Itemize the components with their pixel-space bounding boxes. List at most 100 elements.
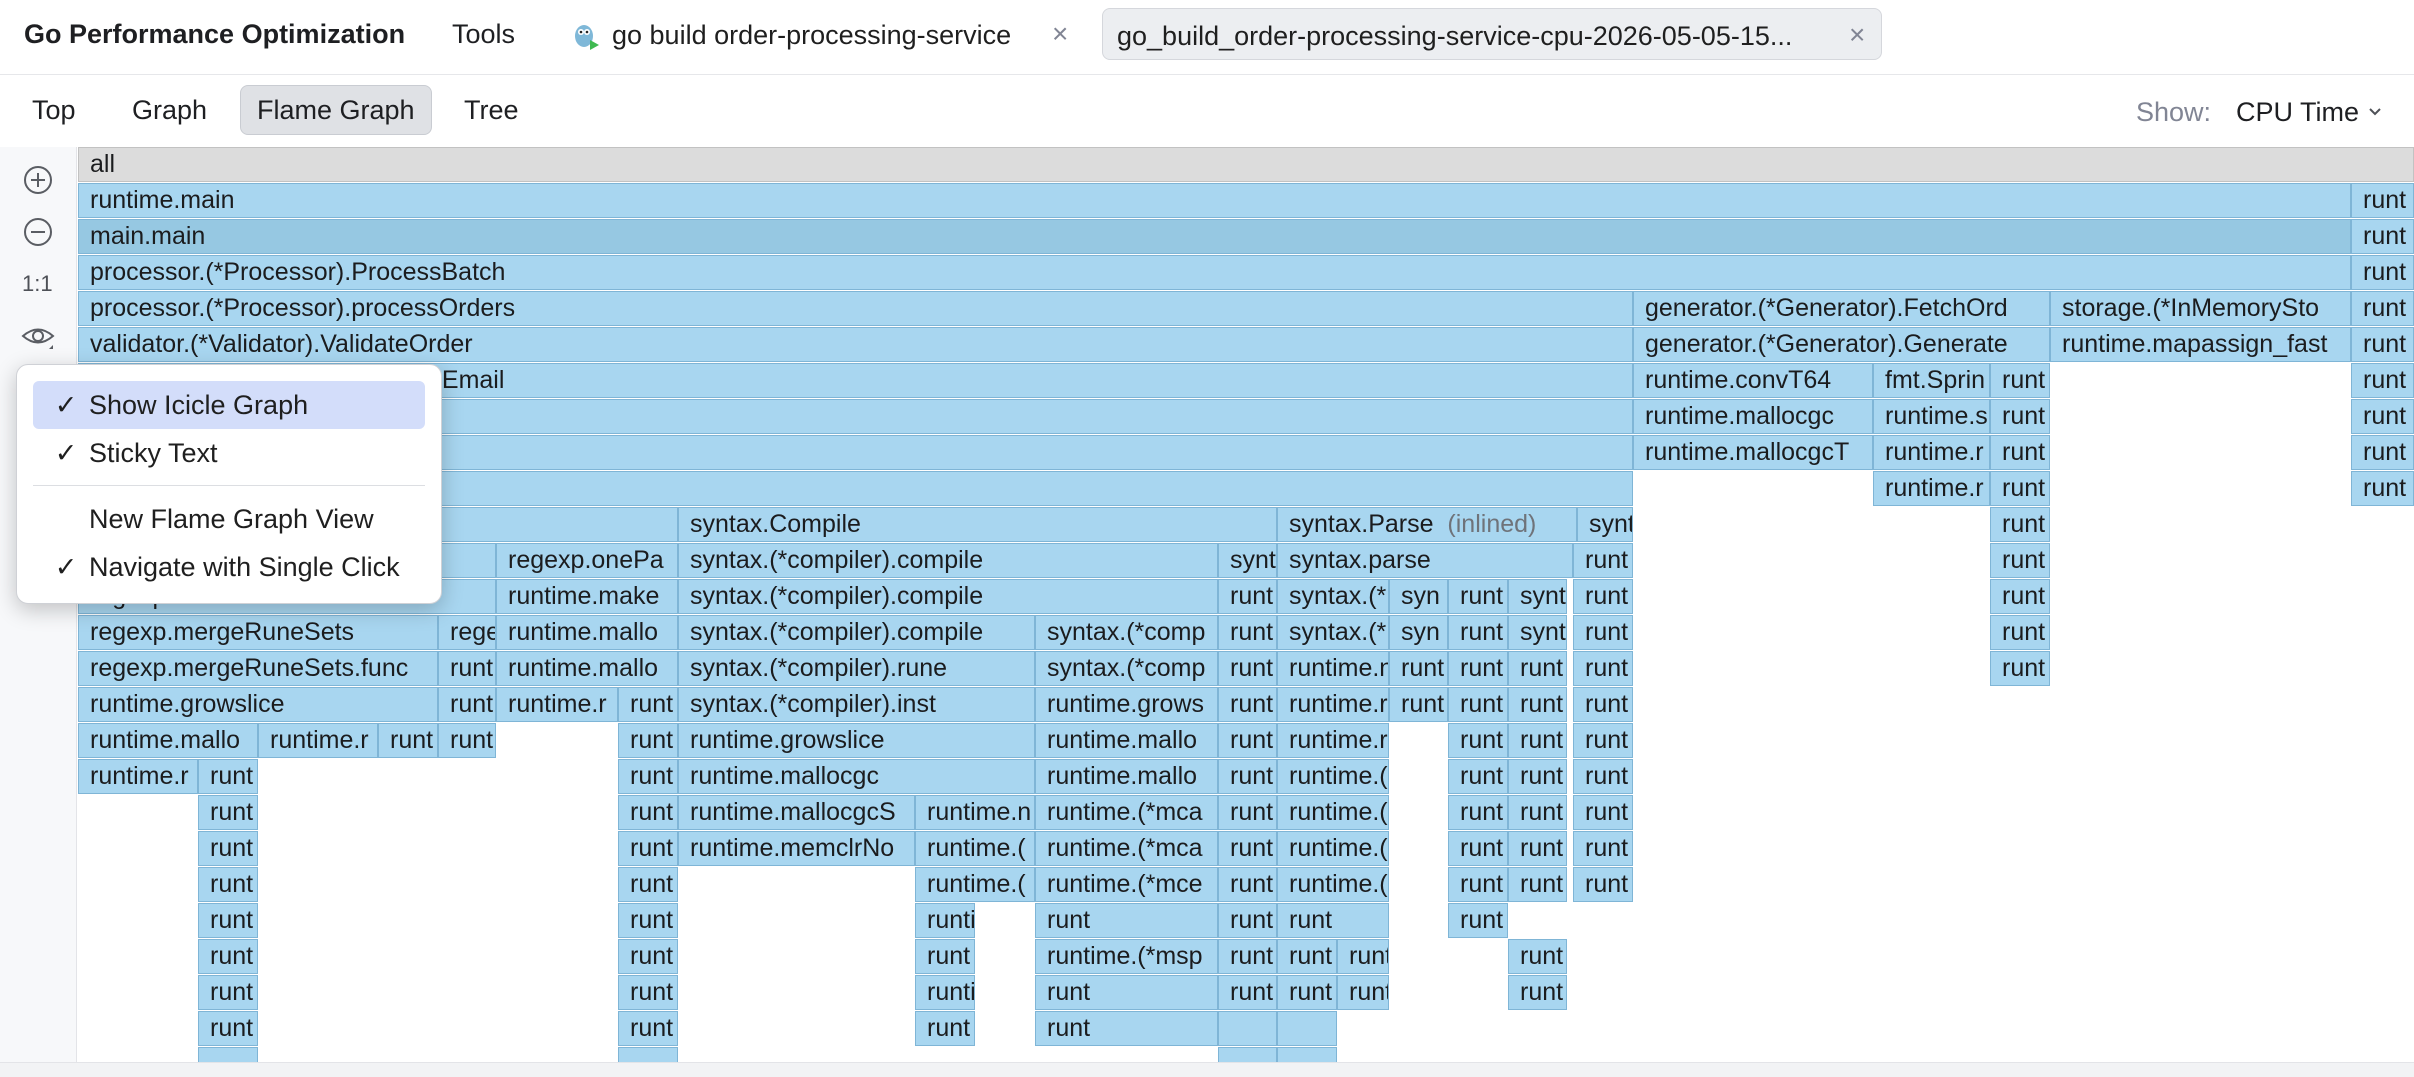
- menu-item-navigate-single-click[interactable]: ✓ Navigate with Single Click: [33, 543, 425, 591]
- frame[interactable]: runtime.r: [1277, 723, 1389, 758]
- frame[interactable]: runtime.(: [1277, 759, 1389, 794]
- frame[interactable]: runtime.(: [1277, 831, 1389, 866]
- frame[interactable]: runt: [2351, 219, 2414, 254]
- frame[interactable]: [618, 1047, 678, 1062]
- frame[interactable]: runtime.mallocgcT: [1633, 435, 1873, 470]
- frame[interactable]: syntax.parse: [1277, 543, 1573, 578]
- frame[interactable]: synt: [1508, 579, 1567, 614]
- frame[interactable]: runt: [1389, 651, 1448, 686]
- frame[interactable]: processor.(*Processor).ProcessBatch: [78, 255, 2351, 290]
- frame[interactable]: runtime.grows: [1035, 687, 1218, 722]
- frame[interactable]: runt: [1448, 759, 1508, 794]
- frame[interactable]: runt: [2351, 363, 2414, 398]
- frame[interactable]: syntax.(*comp: [1035, 651, 1218, 686]
- frame[interactable]: runt: [1508, 651, 1567, 686]
- frame[interactable]: fmt.Sprin: [1873, 363, 1990, 398]
- frame[interactable]: generator.(*Generator).Generate: [1633, 327, 2050, 362]
- frame[interactable]: runt: [1573, 651, 1633, 686]
- frame[interactable]: runt: [1448, 579, 1508, 614]
- frame[interactable]: runt: [618, 759, 678, 794]
- frame[interactable]: runtime.(: [1277, 795, 1389, 830]
- frame[interactable]: runt: [1218, 651, 1277, 686]
- frame[interactable]: syntax.(*compiler).compile: [678, 615, 1035, 650]
- frame[interactable]: runt: [1508, 795, 1567, 830]
- frame[interactable]: runtime.mapassign_fast: [2050, 327, 2351, 362]
- frame[interactable]: runtime.mallo: [1035, 759, 1218, 794]
- frame[interactable]: [1218, 1047, 1277, 1062]
- eye-icon[interactable]: [21, 319, 55, 353]
- frame[interactable]: runt: [438, 723, 496, 758]
- frame[interactable]: runtime.r: [1873, 471, 1990, 506]
- frame[interactable]: runt: [915, 939, 975, 974]
- frame[interactable]: runt: [1573, 759, 1633, 794]
- frame[interactable]: runtime.n: [1277, 651, 1389, 686]
- frame[interactable]: runt: [198, 1011, 258, 1046]
- frame[interactable]: runtime.mallo: [496, 651, 678, 686]
- frame[interactable]: [1218, 1011, 1277, 1046]
- frame-all[interactable]: all: [78, 147, 2414, 182]
- frame[interactable]: runt: [2351, 471, 2414, 506]
- frame[interactable]: [198, 1047, 258, 1062]
- frame[interactable]: runt: [1573, 831, 1633, 866]
- frame[interactable]: runt: [1218, 975, 1277, 1010]
- frame[interactable]: runt: [198, 831, 258, 866]
- frame[interactable]: runtime.n: [915, 795, 1035, 830]
- frame[interactable]: runt: [1448, 867, 1508, 902]
- frame[interactable]: runt: [198, 903, 258, 938]
- frame[interactable]: runt: [1990, 471, 2050, 506]
- frame[interactable]: runtime.growslice: [78, 687, 438, 722]
- frame[interactable]: runt: [1448, 795, 1508, 830]
- frame[interactable]: syntax.(*compiler).compile: [678, 543, 1218, 578]
- frame[interactable]: runtime.(*msp: [1035, 939, 1218, 974]
- frame[interactable]: runt: [2351, 327, 2414, 362]
- close-icon[interactable]: ×: [1052, 18, 1068, 50]
- frame[interactable]: runt: [618, 831, 678, 866]
- frame[interactable]: runt: [618, 795, 678, 830]
- frame[interactable]: synt: [1577, 507, 1633, 542]
- frame[interactable]: runtime.r: [1277, 687, 1389, 722]
- frame[interactable]: syntax.(*compiler).compile: [678, 579, 1218, 614]
- frame[interactable]: runtime.(*mca: [1035, 795, 1218, 830]
- frame[interactable]: runtime.mallo: [78, 723, 258, 758]
- frame[interactable]: regexp.mergeRuneSets: [78, 615, 438, 650]
- frame[interactable]: runtime.s: [1873, 399, 1990, 434]
- frame[interactable]: runt: [1573, 723, 1633, 758]
- tab-build-run[interactable]: go build order-processing-service ×: [568, 12, 1080, 60]
- frame[interactable]: runt: [915, 1011, 975, 1046]
- frame[interactable]: runt: [198, 759, 258, 794]
- frame[interactable]: runt: [1218, 795, 1277, 830]
- frame[interactable]: runt: [1448, 903, 1508, 938]
- frame[interactable]: runt: [1990, 579, 2050, 614]
- frame[interactable]: main.main: [78, 219, 2351, 254]
- frame[interactable]: runt: [1990, 435, 2050, 470]
- frame[interactable]: runtime.(: [1277, 867, 1389, 902]
- frame[interactable]: syntax.(*compiler).inst: [678, 687, 1035, 722]
- frame[interactable]: processor.(*Processor).processOrders: [78, 291, 1633, 326]
- frame[interactable]: runt: [1448, 687, 1508, 722]
- reset-zoom-button[interactable]: 1:1: [22, 271, 53, 297]
- close-icon[interactable]: ×: [1849, 19, 1865, 51]
- frame[interactable]: runt: [198, 867, 258, 902]
- frame[interactable]: [1277, 1047, 1337, 1062]
- frame[interactable]: runt: [1218, 939, 1277, 974]
- tab-tree[interactable]: Tree: [448, 85, 535, 135]
- frame[interactable]: runt: [618, 723, 678, 758]
- frame[interactable]: runt: [618, 903, 678, 938]
- frame[interactable]: runt: [1508, 723, 1567, 758]
- frame[interactable]: runt: [1448, 831, 1508, 866]
- frame[interactable]: runt: [1277, 939, 1337, 974]
- frame[interactable]: runt: [1277, 903, 1389, 938]
- frame[interactable]: runt: [1218, 687, 1277, 722]
- frame[interactable]: runt: [1448, 615, 1508, 650]
- frame[interactable]: runt: [618, 687, 678, 722]
- frame[interactable]: runt: [1573, 795, 1633, 830]
- frame[interactable]: runt: [1990, 399, 2050, 434]
- frame[interactable]: runt: [1508, 975, 1567, 1010]
- frame[interactable]: runt: [1573, 615, 1633, 650]
- frame[interactable]: runt: [1508, 759, 1567, 794]
- frame[interactable]: runtime.mallo: [496, 615, 678, 650]
- zoom-out-icon[interactable]: [21, 215, 55, 249]
- frame[interactable]: runtime.make: [496, 579, 678, 614]
- frame[interactable]: runt: [1337, 975, 1389, 1010]
- frame[interactable]: [1277, 1011, 1337, 1046]
